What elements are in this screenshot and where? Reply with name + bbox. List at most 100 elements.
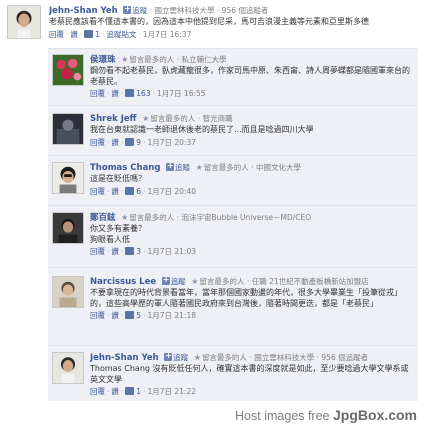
top-commenter-badge: 留言最多的人 bbox=[203, 163, 249, 172]
author-meta: · 智光商職 bbox=[197, 114, 233, 123]
thumbs-up-icon bbox=[125, 186, 135, 195]
comment-text: 你又多有素養？ 狗眼看人低 bbox=[90, 224, 146, 244]
author-meta: · 任職 21世紀不動產板橋新站加盟店 bbox=[246, 277, 369, 286]
author-name[interactable]: Shrek Jeff bbox=[90, 114, 137, 124]
avatar-photo-icon bbox=[53, 213, 83, 243]
reply-link[interactable]: 回覆 bbox=[90, 387, 105, 396]
author-meta: · 泡沫宇宙Bubble Universe－MD/CEO bbox=[176, 213, 312, 222]
like-count[interactable]: 3 bbox=[136, 247, 141, 256]
like-link[interactable]: 讚 bbox=[111, 138, 119, 147]
timestamp[interactable]: 1月7日 16:37 bbox=[143, 30, 192, 39]
comment-actions: 回覆 · 讚 · 1 · 1月7日 21:22 bbox=[90, 387, 196, 396]
like-link[interactable]: 讚 bbox=[111, 247, 119, 256]
comment-header: Narcissus Lee 追蹤 ★留言最多的人 · 任職 21世紀不動產板橋新… bbox=[90, 276, 414, 287]
follow-icon[interactable] bbox=[166, 162, 175, 171]
like-link[interactable]: 讚 bbox=[111, 89, 119, 98]
top-commenter-badge: 留言最多的人 bbox=[150, 114, 196, 123]
follow-icon[interactable] bbox=[164, 352, 173, 361]
reply-link[interactable]: 回覆 bbox=[90, 138, 105, 147]
avatar-flowers-icon bbox=[53, 55, 83, 85]
thumbs-up-icon bbox=[125, 387, 135, 395]
reply-link[interactable]: 回覆 bbox=[90, 187, 105, 196]
comment-actions: 回覆 · 讚 · 9 · 1月7日 20:37 bbox=[90, 137, 196, 147]
comment-header: Jehn-Shan Yeh 追蹤 · 國立雲林科技大學 · 956 個追蹤者 bbox=[49, 5, 417, 16]
comment-body: Jehn-Shan Yeh 追蹤 · 國立雲林科技大學 · 956 個追蹤者 老… bbox=[49, 5, 417, 40]
reply-link[interactable]: 回覆 bbox=[49, 30, 64, 39]
author-name[interactable]: Narcissus Lee bbox=[90, 277, 156, 287]
comment-actions: 回覆 · 讚 · 163 · 1月7日 16:55 bbox=[90, 89, 206, 98]
avatar[interactable] bbox=[52, 54, 84, 86]
author-name[interactable]: 鄭百鉉 bbox=[90, 213, 116, 223]
star-icon: ★ bbox=[121, 55, 129, 64]
timestamp[interactable]: 1月7日 16:55 bbox=[157, 89, 206, 98]
like-count[interactable]: 9 bbox=[136, 138, 141, 147]
like-count[interactable]: 5 bbox=[136, 311, 141, 320]
like-link[interactable]: 讚 bbox=[111, 311, 119, 320]
like-link[interactable]: 讚 bbox=[111, 187, 119, 196]
like-count[interactable]: 6 bbox=[136, 187, 141, 196]
star-icon: ★ bbox=[142, 114, 150, 123]
follow-icon[interactable] bbox=[161, 276, 170, 285]
watermark-prefix: Host images free bbox=[235, 409, 330, 423]
like-link[interactable]: 讚 bbox=[111, 387, 119, 396]
comment-thread: Jehn-Shan Yeh 追蹤 · 國立雲林科技大學 · 956 個追蹤者 老… bbox=[3, 3, 421, 401]
comment-text: 我在台東就認識一老師退休後老的蔡民了...而且是唸過四川大學 bbox=[90, 125, 314, 134]
avatar-photo-icon bbox=[53, 353, 83, 383]
thumbs-up-icon bbox=[125, 311, 135, 319]
thumbs-up-icon bbox=[125, 89, 135, 97]
star-icon: ★ bbox=[193, 353, 201, 362]
top-commenter-badge: 留言最多的人 bbox=[129, 213, 175, 222]
author-name[interactable]: Jehn-Shan Yeh bbox=[49, 6, 118, 16]
author-name[interactable]: Thomas Chang bbox=[90, 163, 160, 173]
avatar-dark-photo-icon bbox=[53, 114, 83, 144]
author-name[interactable]: 侯璟珠 bbox=[90, 55, 116, 65]
reply-link[interactable]: 回覆 bbox=[90, 247, 105, 256]
reply-item: 侯璟珠 ★留言最多的人 · 私立輔仁大學 鋼勿看不起老蔡民，臥虎藏龍很多，作家司… bbox=[48, 48, 418, 105]
like-count[interactable]: 1 bbox=[95, 30, 100, 39]
avatar[interactable] bbox=[52, 162, 84, 194]
avatar[interactable] bbox=[7, 5, 41, 39]
thumbs-up-icon bbox=[125, 247, 135, 255]
author-meta: · 中國文化大學 bbox=[251, 163, 302, 172]
follow-link[interactable]: 追蹤 bbox=[175, 163, 190, 172]
author-meta: · 國立雲林科技大學 · 956 個追蹤者 bbox=[249, 353, 369, 362]
comment-header: 鄭百鉉 ★留言最多的人 · 泡沫宇宙Bubble Universe－MD/CEO bbox=[90, 212, 414, 223]
reply-item: Thomas Chang 追蹤 ★留言最多的人 · 中國文化大學 這是在貶低嗎？… bbox=[48, 155, 418, 205]
screenshot-frame: Jehn-Shan Yeh 追蹤 · 國立雲林科技大學 · 956 個追蹤者 老… bbox=[0, 0, 425, 430]
comment-text: 鋼勿看不起老蔡民，臥虎藏龍很多，作家司馬中原、朱西甯、詩人周夢蝶都是隨國軍來台的… bbox=[90, 66, 410, 86]
avatar[interactable] bbox=[52, 113, 84, 145]
timestamp[interactable]: 1月7日 20:37 bbox=[147, 138, 196, 147]
star-icon: ★ bbox=[195, 163, 203, 172]
thumbs-up-icon bbox=[125, 137, 135, 146]
follow-link[interactable]: 追蹤 bbox=[132, 6, 147, 15]
like-count[interactable]: 1 bbox=[136, 387, 141, 396]
avatar[interactable] bbox=[52, 352, 84, 384]
comment-actions: 回覆 · 讚 · 5 · 1月7日 21:18 bbox=[90, 311, 196, 320]
follow-link[interactable]: 追蹤 bbox=[173, 353, 188, 362]
comment-text: 這是在貶低嗎？ bbox=[90, 174, 146, 183]
timestamp[interactable]: 1月7日 21:22 bbox=[147, 387, 196, 396]
like-count[interactable]: 163 bbox=[136, 89, 150, 98]
watermark: Host images free JpgBox.com bbox=[235, 407, 417, 423]
avatar[interactable] bbox=[52, 212, 84, 244]
comment-header: 侯璟珠 ★留言最多的人 · 私立輔仁大學 bbox=[90, 54, 414, 65]
comment-body: Thomas Chang 追蹤 ★留言最多的人 · 中國文化大學 這是在貶低嗎？… bbox=[90, 162, 414, 197]
follow-post-link[interactable]: 追蹤貼文 bbox=[106, 30, 136, 39]
timestamp[interactable]: 1月7日 21:03 bbox=[147, 247, 196, 256]
avatar[interactable] bbox=[52, 276, 84, 308]
star-icon: ★ bbox=[191, 277, 199, 286]
timestamp[interactable]: 1月7日 21:18 bbox=[147, 311, 196, 320]
reply-link[interactable]: 回覆 bbox=[90, 89, 105, 98]
follow-icon[interactable] bbox=[123, 5, 132, 14]
reply-item: Narcissus Lee 追蹤 ★留言最多的人 · 任職 21世紀不動產板橋新… bbox=[48, 267, 418, 345]
timestamp[interactable]: 1月7日 20:40 bbox=[147, 187, 196, 196]
comment-body: Narcissus Lee 追蹤 ★留言最多的人 · 任職 21世紀不動產板橋新… bbox=[90, 276, 414, 321]
reply-link[interactable]: 回覆 bbox=[90, 311, 105, 320]
follow-link[interactable]: 追蹤 bbox=[171, 277, 186, 286]
comment-actions: 回覆 · 讚 · 1 · 追蹤貼文 · 1月7日 16:37 bbox=[49, 29, 192, 39]
comment-actions: 回覆 · 讚 · 6 · 1月7日 20:40 bbox=[90, 186, 196, 196]
avatar-photo-icon bbox=[53, 163, 83, 193]
author-name[interactable]: Jehn-Shan Yeh bbox=[90, 353, 159, 363]
star-icon: ★ bbox=[121, 213, 129, 222]
like-link[interactable]: 讚 bbox=[70, 30, 78, 39]
